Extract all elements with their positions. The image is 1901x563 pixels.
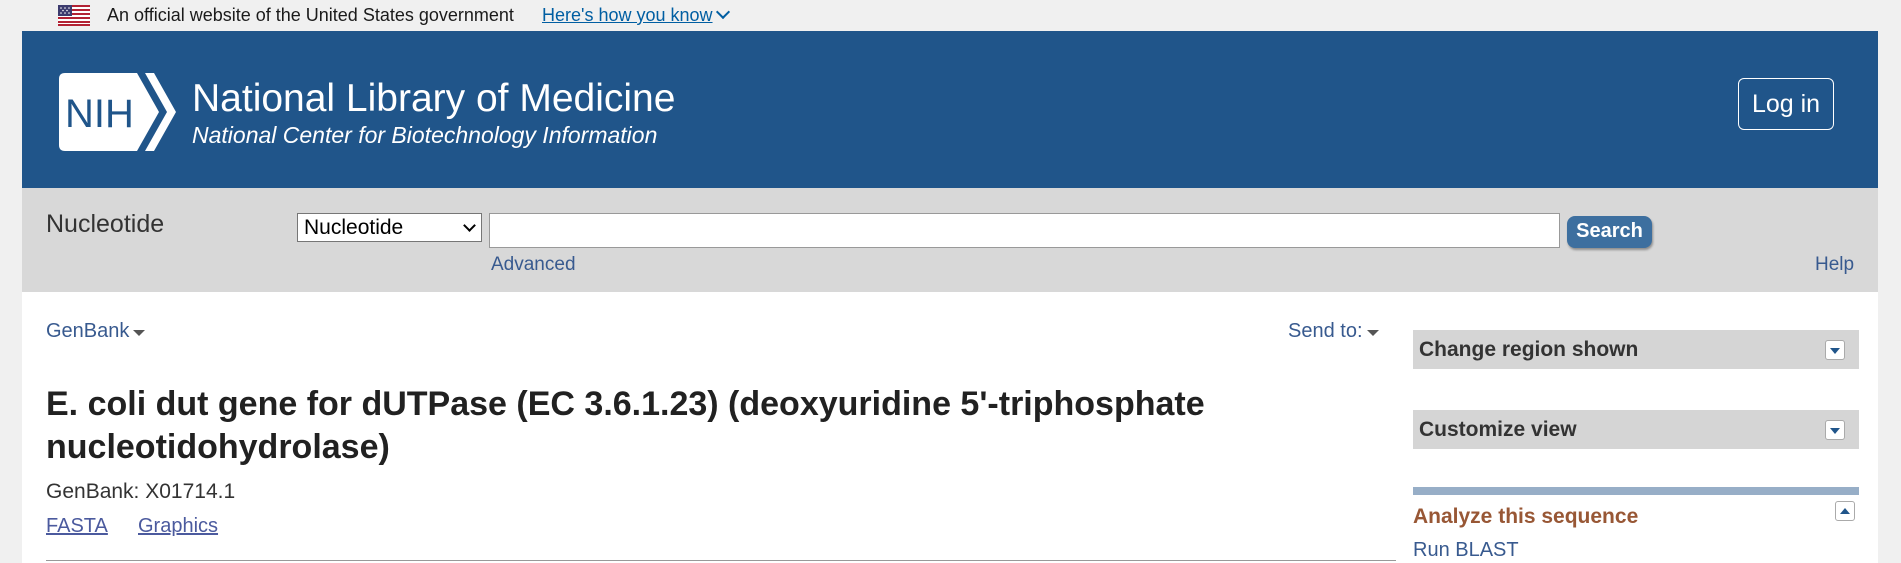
gov-banner-text: An official website of the United States… (107, 5, 514, 25)
send-to-label: Send to: (1288, 320, 1363, 342)
database-select[interactable]: Nucleotide (297, 213, 482, 242)
triangle-down-icon (1830, 428, 1840, 434)
login-button[interactable]: Log in (1738, 78, 1834, 130)
nih-logo-text: NIH (65, 92, 134, 136)
divider (46, 560, 1396, 561)
triangle-up-icon (1840, 508, 1850, 514)
heres-how-you-know-link[interactable]: Here's how you know (542, 4, 730, 26)
graphics-link[interactable]: Graphics (138, 515, 218, 538)
search-bar: Nucleotide Nucleotide Search Advanced He… (22, 188, 1878, 292)
search-input[interactable] (489, 213, 1560, 248)
help-link[interactable]: Help (1815, 254, 1854, 276)
triangle-down-icon (1830, 348, 1840, 354)
page-side-border-left (0, 31, 22, 563)
chevron-down-icon (715, 4, 730, 20)
site-subtitle: National Center for Biotechnology Inform… (192, 122, 658, 148)
dropdown-triangle-icon (133, 329, 146, 336)
expand-toggle[interactable] (1825, 420, 1845, 440)
change-region-portlet[interactable]: Change region shown (1413, 330, 1859, 369)
fasta-link[interactable]: FASTA (46, 515, 108, 538)
search-button[interactable]: Search (1567, 216, 1652, 248)
dropdown-triangle-icon (1366, 329, 1379, 336)
site-header: NIH National Library of Medicine Nationa… (22, 31, 1878, 188)
us-flag-icon (58, 5, 90, 26)
format-menu[interactable]: GenBank (46, 320, 146, 343)
gov-banner: An official website of the United States… (0, 0, 1901, 31)
expand-toggle[interactable] (1825, 340, 1845, 360)
database-select-value: Nucleotide (304, 216, 404, 239)
send-to-menu[interactable]: Send to: (1288, 320, 1379, 343)
collapse-toggle[interactable] (1835, 501, 1855, 521)
run-blast-link[interactable]: Run BLAST (1413, 539, 1519, 562)
record-title: E. coli dut gene for dUTPase (EC 3.6.1.2… (46, 385, 1205, 466)
change-region-label: Change region shown (1419, 338, 1639, 361)
site-title[interactable]: National Library of Medicine (192, 76, 675, 121)
accession-line: GenBank: X01714.1 (46, 480, 236, 503)
format-menu-label: GenBank (46, 320, 130, 342)
analyze-sequence-title: Analyze this sequence (1413, 505, 1639, 528)
chevron-down-icon (463, 219, 476, 232)
page-side-border-right (1878, 31, 1901, 563)
customize-view-label: Customize view (1419, 418, 1577, 441)
analyze-portlet-bar (1413, 487, 1859, 495)
heres-how-you-know-label: Here's how you know (542, 5, 713, 25)
database-title[interactable]: Nucleotide (46, 210, 164, 239)
advanced-search-link[interactable]: Advanced (491, 254, 576, 276)
nih-logo[interactable]: NIH (59, 73, 182, 151)
customize-view-portlet[interactable]: Customize view (1413, 410, 1859, 449)
